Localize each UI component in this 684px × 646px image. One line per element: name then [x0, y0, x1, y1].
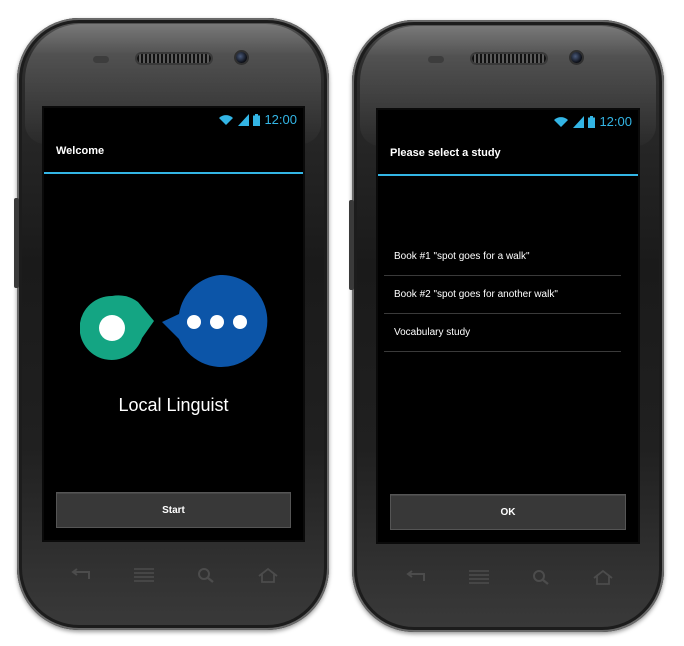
list-item-book-1[interactable]: Book #1 "spot goes for a walk": [384, 238, 621, 276]
hardware-keys: [69, 567, 279, 583]
hardware-keys: [404, 569, 614, 585]
wifi-icon: [554, 116, 569, 127]
proximity-sensor: [428, 56, 444, 63]
back-icon[interactable]: [69, 568, 91, 582]
front-camera: [571, 52, 582, 63]
status-clock: 12:00: [599, 114, 632, 129]
earpiece-speaker: [472, 54, 546, 63]
screen-title: Welcome: [56, 145, 105, 157]
earpiece-speaker: [137, 54, 211, 63]
screen-title: Please select a study: [390, 147, 501, 159]
logo-dot-2: [210, 315, 224, 329]
proximity-sensor: [93, 56, 109, 63]
status-bar: 12:00: [44, 108, 303, 132]
search-icon[interactable]: [532, 569, 550, 585]
logo-green-dot: [99, 315, 125, 341]
battery-icon: [253, 113, 261, 126]
logo-dot-3: [233, 315, 247, 329]
ok-button[interactable]: OK: [390, 494, 626, 530]
app-name: Local Linguist: [118, 395, 229, 415]
screen-welcome: 12:00 Welcome Local Linguist Start: [44, 108, 303, 540]
menu-icon[interactable]: [133, 567, 155, 583]
menu-icon[interactable]: [468, 569, 490, 585]
front-camera: [236, 52, 247, 63]
home-icon[interactable]: [257, 567, 279, 583]
action-bar: Please select a study: [378, 134, 638, 176]
action-bar: Welcome: [44, 132, 303, 174]
study-list: Book #1 "spot goes for a walk" Book #2 "…: [384, 238, 621, 352]
list-item-vocabulary[interactable]: Vocabulary study: [384, 314, 621, 352]
signal-icon: [573, 115, 585, 128]
phone-left: 12:00 Welcome Local Linguist Start: [14, 18, 329, 630]
logo-dot-1: [187, 315, 201, 329]
status-clock: 12:00: [264, 112, 297, 127]
volume-button: [349, 200, 354, 290]
screen-select-study: 12:00 Please select a study Book #1 "spo…: [378, 110, 638, 542]
status-bar: 12:00: [378, 110, 638, 134]
signal-icon: [238, 113, 250, 126]
battery-icon: [588, 115, 596, 128]
app-logo: [80, 275, 268, 367]
back-icon[interactable]: [404, 570, 426, 584]
list-item-book-2[interactable]: Book #2 "spot goes for another walk": [384, 276, 621, 314]
home-icon[interactable]: [592, 569, 614, 585]
volume-button: [14, 198, 19, 288]
phone-right: 12:00 Please select a study Book #1 "spo…: [349, 20, 664, 632]
wifi-icon: [219, 114, 234, 125]
start-button[interactable]: Start: [56, 492, 291, 528]
search-icon[interactable]: [197, 567, 215, 583]
